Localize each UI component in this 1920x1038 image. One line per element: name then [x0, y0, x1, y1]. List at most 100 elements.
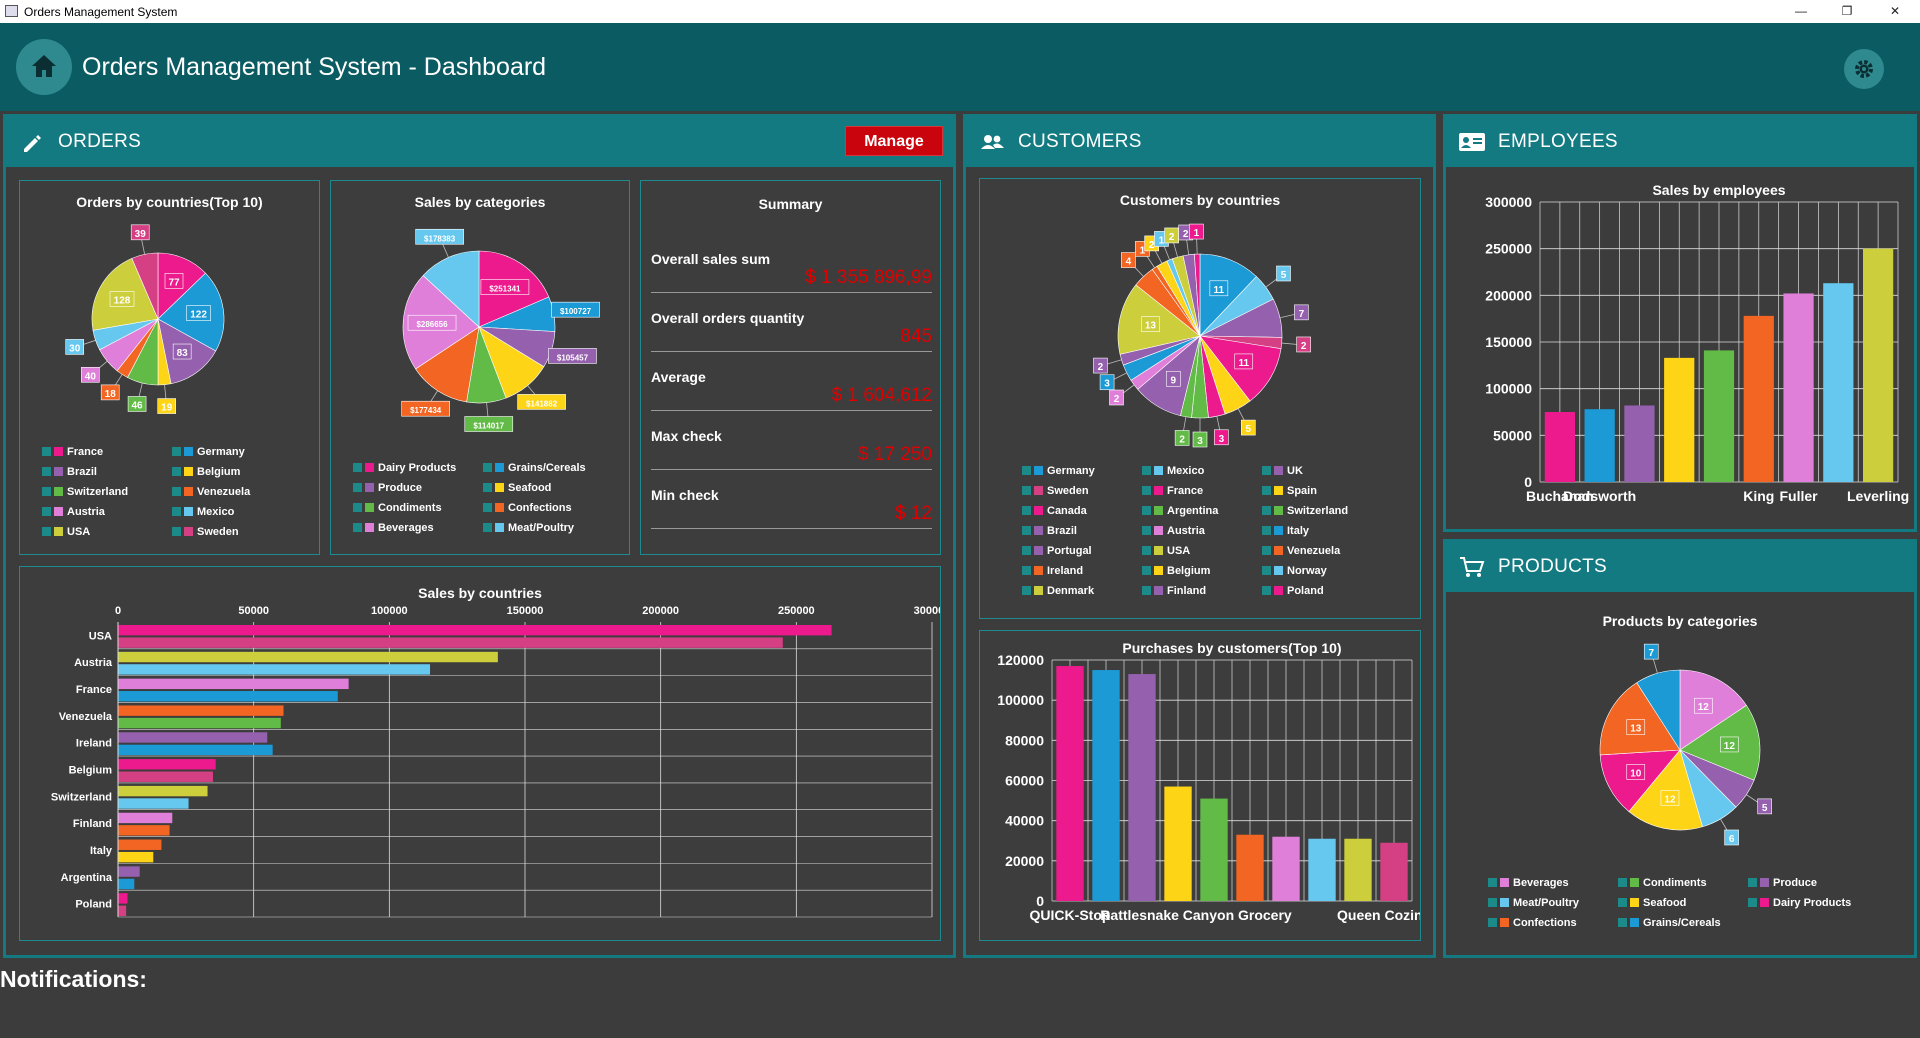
legend-item[interactable]: Dairy Products	[353, 462, 456, 474]
checkbox-icon[interactable]	[1022, 486, 1031, 495]
legend-item[interactable]: Venezuela	[172, 486, 250, 498]
checkbox-icon[interactable]	[1142, 546, 1151, 555]
legend-item[interactable]: UK	[1262, 465, 1303, 477]
checkbox-icon[interactable]	[353, 463, 362, 472]
legend-item[interactable]: Beverages	[1488, 877, 1569, 889]
legend-item[interactable]: Switzerland	[42, 486, 128, 498]
legend-item[interactable]: Dairy Products	[1748, 897, 1851, 909]
checkbox-icon[interactable]	[1262, 466, 1271, 475]
legend-item[interactable]: Portugal	[1022, 545, 1092, 557]
legend-item[interactable]: Sweden	[1022, 485, 1089, 497]
checkbox-icon[interactable]	[1488, 898, 1497, 907]
legend-item[interactable]: Denmark	[1022, 585, 1094, 597]
checkbox-icon[interactable]	[1142, 586, 1151, 595]
legend-item[interactable]: Brazil	[42, 466, 97, 478]
checkbox-icon[interactable]	[42, 447, 51, 456]
legend-item[interactable]: USA	[1142, 545, 1190, 557]
legend-item[interactable]: Confections	[1488, 917, 1577, 929]
checkbox-icon[interactable]	[42, 507, 51, 516]
legend-item[interactable]: France	[42, 446, 103, 458]
checkbox-icon[interactable]	[1022, 466, 1031, 475]
checkbox-icon[interactable]	[483, 463, 492, 472]
legend-item[interactable]: Mexico	[172, 506, 234, 518]
legend-item[interactable]: Finland	[1142, 585, 1206, 597]
legend-item[interactable]: Seafood	[483, 482, 551, 494]
legend-item[interactable]: Seafood	[1618, 897, 1686, 909]
checkbox-icon[interactable]	[42, 487, 51, 496]
checkbox-icon[interactable]	[1262, 526, 1271, 535]
legend-item[interactable]: Italy	[1262, 525, 1309, 537]
checkbox-icon[interactable]	[353, 483, 362, 492]
checkbox-icon[interactable]	[1262, 486, 1271, 495]
checkbox-icon[interactable]	[1748, 878, 1757, 887]
checkbox-icon[interactable]	[1142, 486, 1151, 495]
checkbox-icon[interactable]	[1142, 566, 1151, 575]
legend-item[interactable]: Grains/Cereals	[1618, 917, 1721, 929]
checkbox-icon[interactable]	[1022, 506, 1031, 515]
legend-item[interactable]: Germany	[172, 446, 245, 458]
checkbox-icon[interactable]	[1022, 546, 1031, 555]
manage-button[interactable]: Manage	[845, 126, 943, 156]
maximize-button[interactable]: ❐	[1824, 0, 1870, 23]
checkbox-icon[interactable]	[1262, 566, 1271, 575]
legend-item[interactable]: Austria	[1142, 525, 1205, 537]
checkbox-icon[interactable]	[172, 447, 181, 456]
legend-item[interactable]: Grains/Cereals	[483, 462, 586, 474]
legend-item[interactable]: Meat/Poultry	[483, 522, 574, 534]
checkbox-icon[interactable]	[1618, 878, 1627, 887]
checkbox-icon[interactable]	[1262, 586, 1271, 595]
checkbox-icon[interactable]	[1488, 918, 1497, 927]
legend-item[interactable]: Ireland	[1022, 565, 1083, 577]
checkbox-icon[interactable]	[1488, 878, 1497, 887]
checkbox-icon[interactable]	[1022, 526, 1031, 535]
minimize-button[interactable]: —	[1778, 0, 1824, 23]
checkbox-icon[interactable]	[42, 527, 51, 536]
legend-item[interactable]: Meat/Poultry	[1488, 897, 1579, 909]
checkbox-icon[interactable]	[1022, 566, 1031, 575]
checkbox-icon[interactable]	[172, 467, 181, 476]
legend-item[interactable]: Brazil	[1022, 525, 1077, 537]
legend-item[interactable]: Confections	[483, 502, 572, 514]
checkbox-icon[interactable]	[1142, 466, 1151, 475]
checkbox-icon[interactable]	[353, 503, 362, 512]
legend-item[interactable]: Austria	[42, 506, 105, 518]
legend-item[interactable]: Condiments	[1618, 877, 1707, 889]
legend-item[interactable]: France	[1142, 485, 1203, 497]
checkbox-icon[interactable]	[42, 467, 51, 476]
checkbox-icon[interactable]	[172, 487, 181, 496]
legend-item[interactable]: Spain	[1262, 485, 1317, 497]
checkbox-icon[interactable]	[1748, 898, 1757, 907]
checkbox-icon[interactable]	[172, 527, 181, 536]
checkbox-icon[interactable]	[483, 503, 492, 512]
checkbox-icon[interactable]	[1022, 586, 1031, 595]
legend-item[interactable]: Mexico	[1142, 465, 1204, 477]
legend-item[interactable]: Produce	[1748, 877, 1817, 889]
close-button[interactable]: ✕	[1872, 0, 1918, 23]
legend-item[interactable]: Sweden	[172, 526, 239, 538]
legend-item[interactable]: Produce	[353, 482, 422, 494]
legend-item[interactable]: Belgium	[1142, 565, 1210, 577]
checkbox-icon[interactable]	[1618, 898, 1627, 907]
checkbox-icon[interactable]	[483, 523, 492, 532]
checkbox-icon[interactable]	[172, 507, 181, 516]
checkbox-icon[interactable]	[1262, 506, 1271, 515]
settings-button[interactable]	[1844, 49, 1884, 89]
checkbox-icon[interactable]	[1618, 918, 1627, 927]
legend-item[interactable]: Switzerland	[1262, 505, 1348, 517]
legend-item[interactable]: Condiments	[353, 502, 442, 514]
legend-item[interactable]: Venezuela	[1262, 545, 1340, 557]
home-button[interactable]	[16, 39, 72, 95]
checkbox-icon[interactable]	[483, 483, 492, 492]
legend-item[interactable]: Beverages	[353, 522, 434, 534]
legend-item[interactable]: USA	[42, 526, 90, 538]
legend-item[interactable]: Poland	[1262, 585, 1324, 597]
checkbox-icon[interactable]	[1262, 546, 1271, 555]
legend-item[interactable]: Germany	[1022, 465, 1095, 477]
legend-item[interactable]: Argentina	[1142, 505, 1218, 517]
checkbox-icon[interactable]	[353, 523, 362, 532]
legend-item[interactable]: Belgium	[172, 466, 240, 478]
legend-item[interactable]: Canada	[1022, 505, 1087, 517]
checkbox-icon[interactable]	[1142, 506, 1151, 515]
checkbox-icon[interactable]	[1142, 526, 1151, 535]
legend-item[interactable]: Norway	[1262, 565, 1327, 577]
